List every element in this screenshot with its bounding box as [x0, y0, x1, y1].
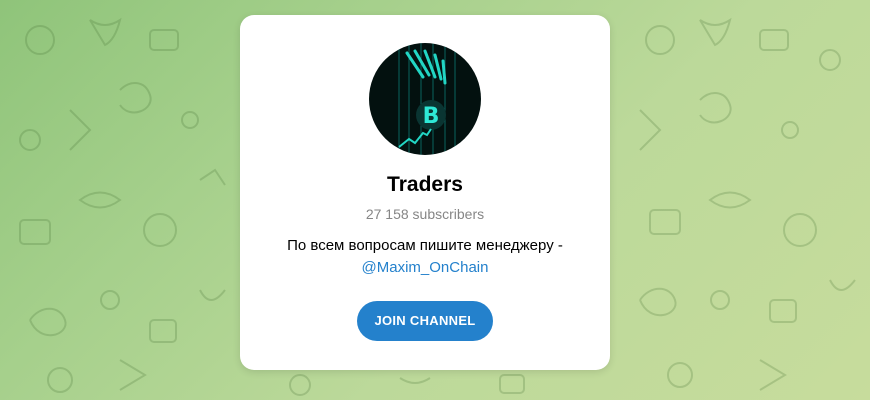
bitcoin-icon: B: [423, 104, 440, 129]
description-text: По всем вопросам пишите менеджеру -: [287, 237, 563, 254]
manager-link[interactable]: @Maxim_OnChain: [362, 259, 489, 276]
channel-description: По всем вопросам пишите менеджеру - @Max…: [260, 235, 590, 279]
channel-title: Traders: [387, 173, 463, 196]
join-channel-button[interactable]: JOIN CHANNEL: [357, 301, 493, 341]
channel-avatar: B: [369, 43, 481, 155]
channel-card: B Traders 27 158 subscribers По всем воп…: [240, 15, 610, 370]
subscriber-count: 27 158 subscribers: [365, 206, 485, 222]
